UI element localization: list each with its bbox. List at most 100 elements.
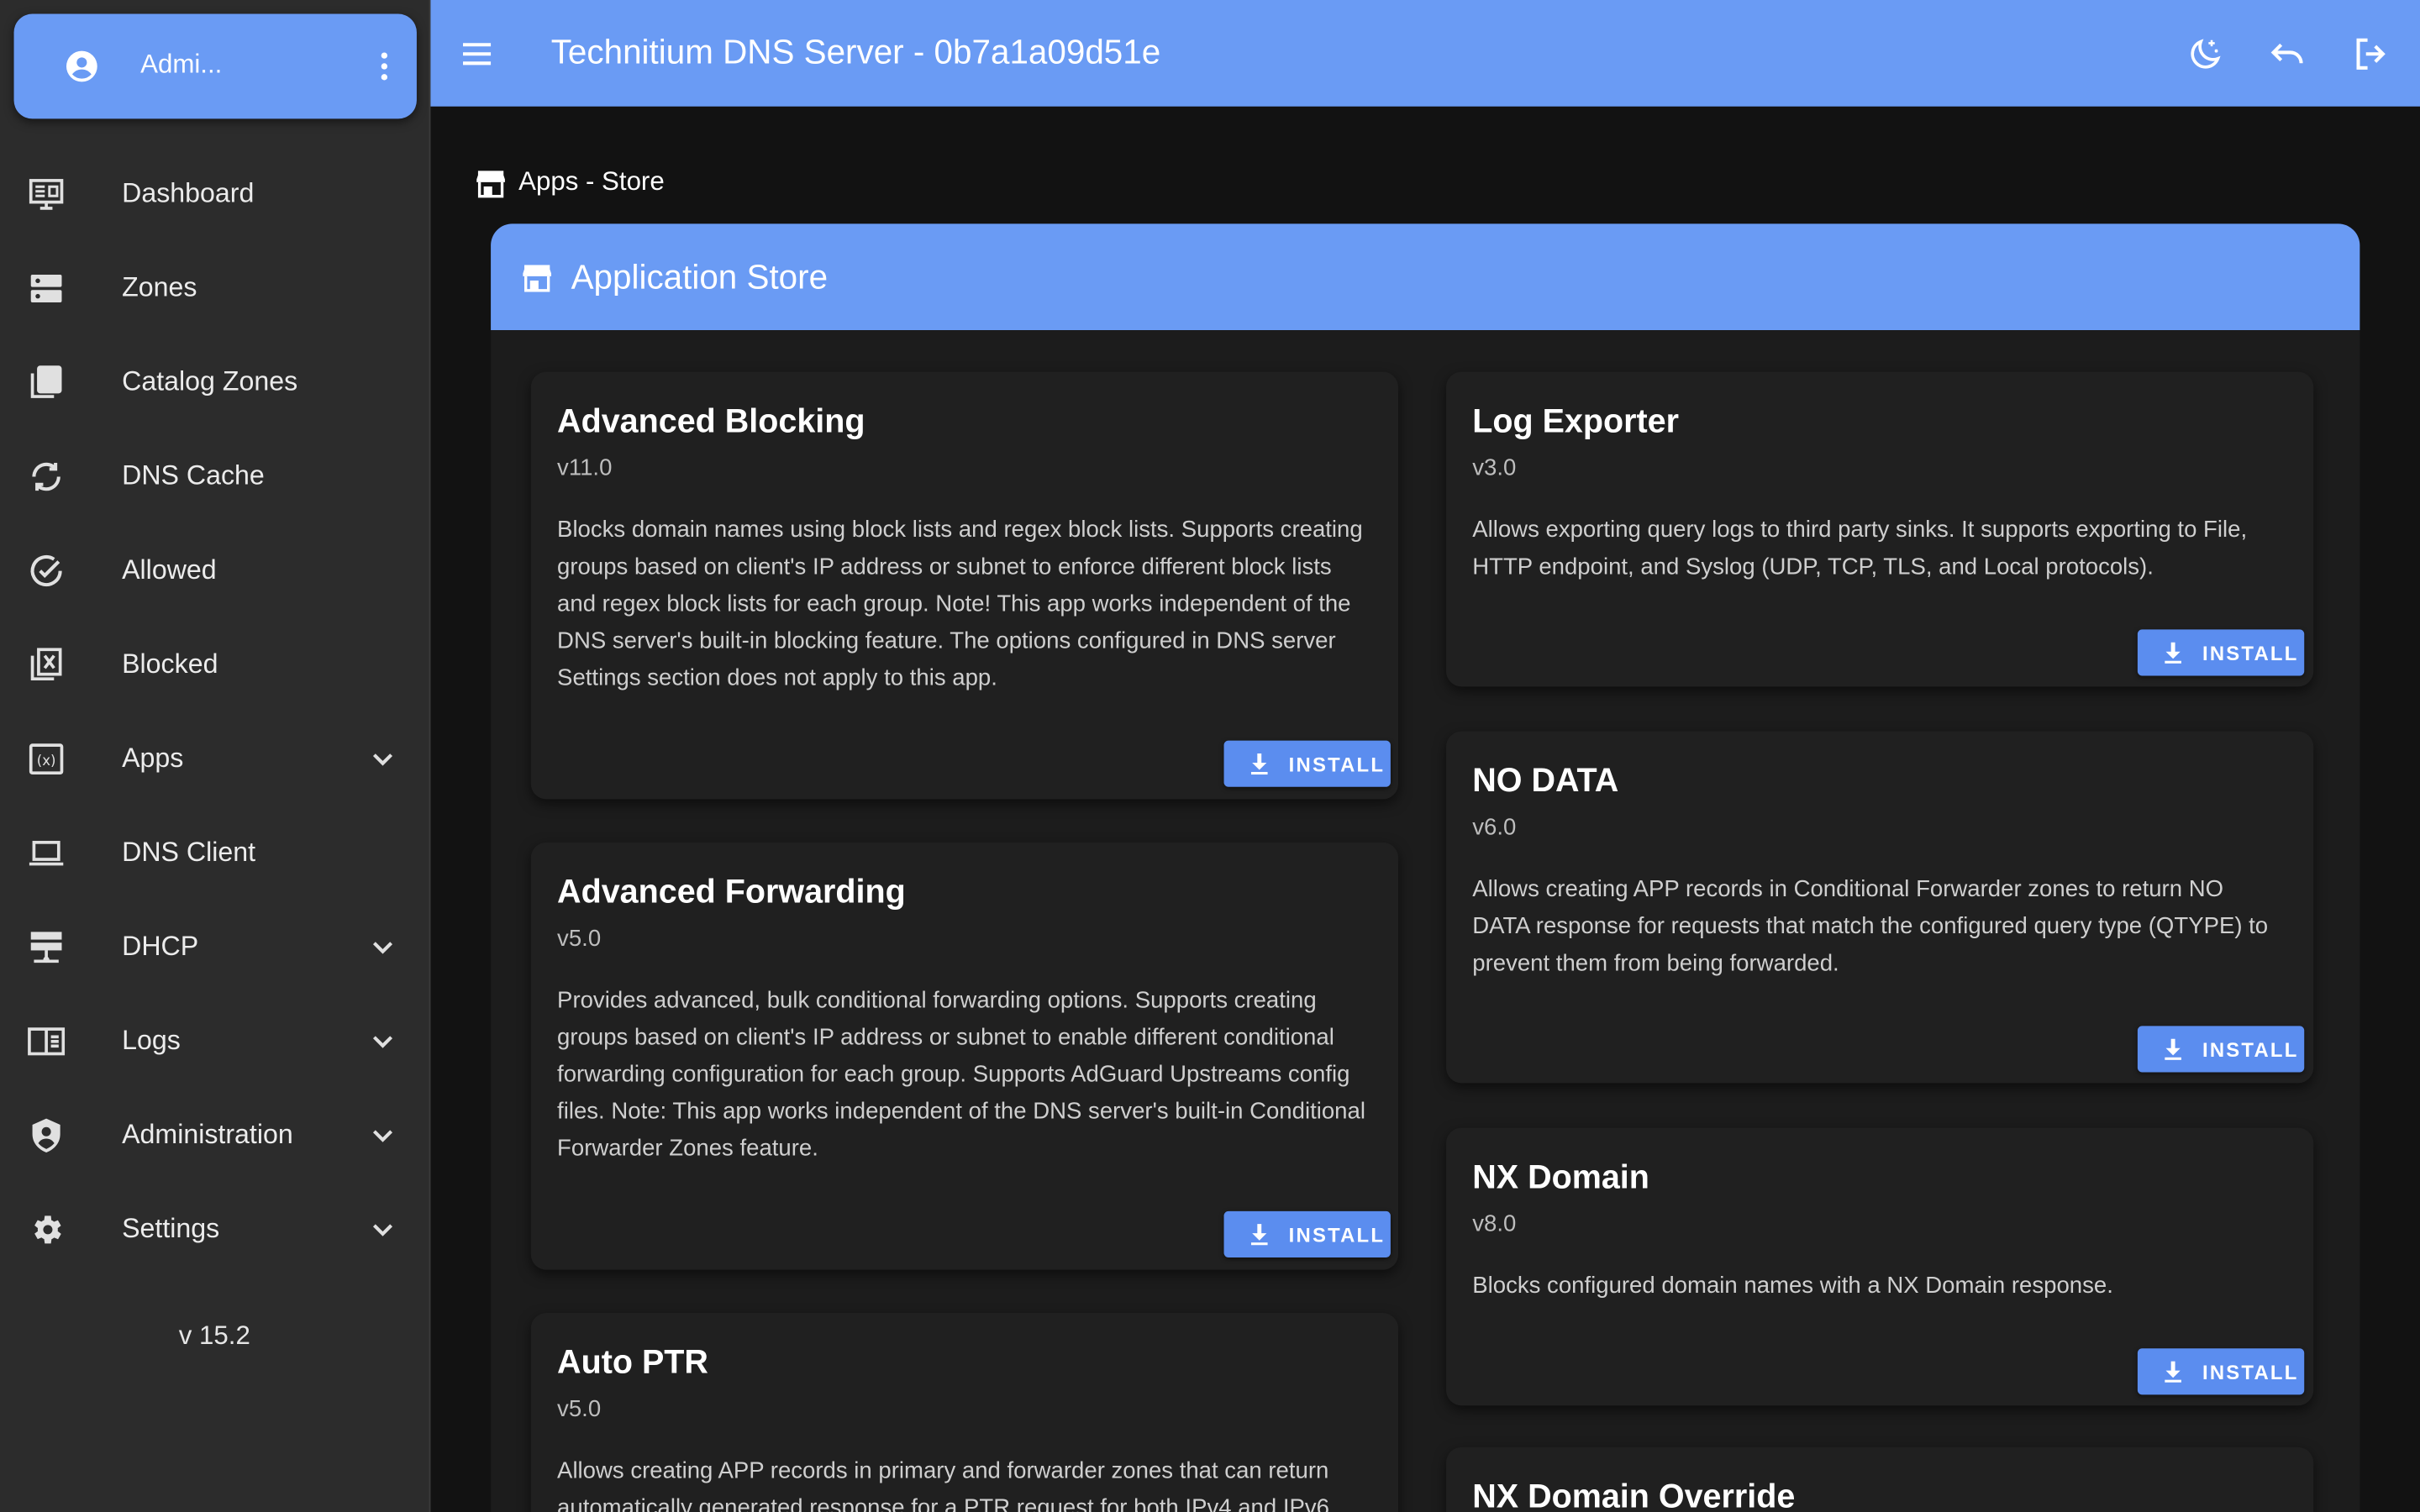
install-label: INSTALL [2202, 1361, 2299, 1384]
page-title: Technitium DNS Server - 0b7a1a09d51e [550, 32, 1161, 71]
account-circle-icon [63, 48, 100, 85]
sidebar-item-label: Blocked [122, 648, 218, 680]
chevron-down-icon[interactable] [366, 1213, 399, 1247]
sidebar-item-dns-cache[interactable]: DNS Cache [0, 433, 429, 520]
theme-toggle-icon[interactable] [2187, 35, 2224, 72]
book-icon [28, 1023, 66, 1060]
install-button[interactable]: INSTALL [2137, 1348, 2305, 1395]
sidebar-item-label: Apps [122, 742, 184, 774]
chevron-down-icon[interactable] [366, 1025, 399, 1058]
install-button[interactable]: INSTALL [1223, 1210, 1391, 1257]
logout-icon[interactable] [2352, 35, 2389, 72]
sidebar-item-administration[interactable]: Administration [0, 1092, 429, 1179]
sidebar-item-zones[interactable]: Zones [0, 245, 429, 332]
install-label: INSTALL [2202, 1038, 2299, 1062]
download-icon [2160, 1359, 2185, 1383]
svg-text:(x): (x) [37, 753, 56, 769]
app-name: Advanced Forwarding [557, 873, 906, 911]
app-card-log-exporter: Log Exporter v3.0 Allows exporting query… [1446, 371, 2314, 687]
app-card-auto-ptr: Auto PTR v5.0 Allows creating APP record… [530, 1313, 1399, 1512]
app-description: Provides advanced, bulk conditional forw… [557, 987, 1365, 1163]
app-card-nx-domain: NX Domain v8.0 Blocks configured domain … [1446, 1127, 2314, 1406]
dhcp-icon [28, 929, 65, 966]
install-button[interactable]: INSTALL [2137, 629, 2305, 676]
chevron-down-icon[interactable] [366, 1119, 399, 1152]
app-name: NX Domain Override [1472, 1478, 1796, 1512]
download-icon [1247, 751, 1271, 775]
sidebar-item-apps[interactable]: (x) Apps [0, 716, 429, 802]
sidebar-item-allowed[interactable]: Allowed [0, 528, 429, 614]
app-name: Log Exporter [1472, 402, 1679, 440]
app-description: Allows creating APP records in Condition… [1472, 876, 2269, 977]
sidebar-item-dashboard[interactable]: Dashboard [0, 151, 429, 238]
sidebar: Admi... Dashboard Zones Catalog Zones DN… [0, 0, 431, 1512]
store-icon [474, 166, 508, 200]
apps-icon: (x) [28, 741, 65, 778]
sidebar-item-label: Catalog Zones [122, 365, 298, 397]
sidebar-item-label: Administration [122, 1118, 293, 1150]
sidebar-item-catalog-zones[interactable]: Catalog Zones [0, 339, 429, 426]
sidebar-item-blocked[interactable]: Blocked [0, 622, 429, 708]
app-card-no-data: NO DATA v6.0 Allows creating APP records… [1446, 731, 2314, 1084]
app-version: v5.0 [557, 1396, 602, 1423]
sidebar-item-label: DHCP [122, 930, 199, 962]
app-name: NO DATA [1472, 762, 1619, 800]
sidebar-item-label: Dashboard [122, 177, 255, 208]
more-vertical-icon[interactable] [366, 48, 402, 85]
app-description: Blocks configured domain names with a NX… [1472, 1273, 2113, 1299]
app-name: Advanced Blocking [557, 402, 865, 440]
dns-icon [28, 270, 65, 307]
app-description: Allows exporting query logs to third par… [1472, 517, 2248, 580]
chevron-down-icon[interactable] [366, 931, 399, 964]
install-button[interactable]: INSTALL [2137, 1026, 2305, 1073]
book-stack-icon [28, 364, 65, 401]
laptop-icon [28, 835, 65, 872]
download-icon [2160, 640, 2185, 664]
top-app-bar: Technitium DNS Server - 0b7a1a09d51e [430, 0, 2420, 107]
app-description: Blocks domain names using block lists an… [557, 517, 1363, 691]
app-card-advanced-blocking: Advanced Blocking v11.0 Blocks domain na… [530, 371, 1399, 800]
app-version: v3.0 [1472, 454, 1517, 482]
sidebar-item-label: Zones [122, 271, 197, 302]
app-name: NX Domain [1472, 1158, 1649, 1196]
download-icon [1247, 1222, 1271, 1247]
app-version: v11.0 [557, 454, 613, 482]
app-version: v 15.2 [178, 1320, 250, 1351]
hamburger-menu-icon[interactable] [459, 35, 496, 72]
application-store-header: Application Store [491, 223, 2360, 331]
monitor-dashboard-icon [28, 176, 65, 213]
sidebar-item-label: Logs [122, 1024, 181, 1056]
app-description: Allows creating APP records in primary a… [557, 1457, 1336, 1512]
store-title: Application Store [571, 257, 829, 297]
app-name: Auto PTR [557, 1343, 708, 1381]
sidebar-item-settings[interactable]: Settings [0, 1186, 429, 1273]
user-menu[interactable]: Admi... [13, 13, 417, 119]
app-version: v8.0 [1472, 1210, 1517, 1238]
install-label: INSTALL [2202, 642, 2299, 665]
app-card-nx-domain-override: NX Domain Override [1446, 1446, 2314, 1512]
chevron-down-icon[interactable] [366, 742, 399, 775]
app-card-advanced-forwarding: Advanced Forwarding v5.0 Provides advanc… [530, 842, 1399, 1270]
user-name: Admi... [140, 49, 223, 79]
sidebar-item-dns-client[interactable]: DNS Client [0, 810, 429, 896]
shield-user-icon [28, 1117, 65, 1154]
store-icon [520, 260, 554, 294]
sidebar-item-label: DNS Client [122, 836, 256, 868]
install-label: INSTALL [1288, 1223, 1386, 1247]
breadcrumb-label: Apps - Store [518, 166, 665, 197]
block-list-icon [28, 647, 65, 684]
app-version: v6.0 [1472, 814, 1517, 842]
check-circle-icon [28, 553, 65, 590]
download-icon [2160, 1037, 2185, 1061]
sidebar-item-label: Allowed [122, 554, 217, 585]
sidebar-item-label: Settings [122, 1212, 220, 1244]
sidebar-item-logs[interactable]: Logs [0, 998, 429, 1084]
install-label: INSTALL [1288, 753, 1386, 776]
refresh-icon [28, 459, 65, 496]
undo-icon[interactable] [2269, 35, 2306, 72]
sidebar-item-dhcp[interactable]: DHCP [0, 904, 429, 990]
app-version: v5.0 [557, 926, 602, 953]
install-button[interactable]: INSTALL [1223, 740, 1391, 787]
sidebar-item-label: DNS Cache [122, 459, 265, 491]
gear-icon [28, 1211, 65, 1248]
